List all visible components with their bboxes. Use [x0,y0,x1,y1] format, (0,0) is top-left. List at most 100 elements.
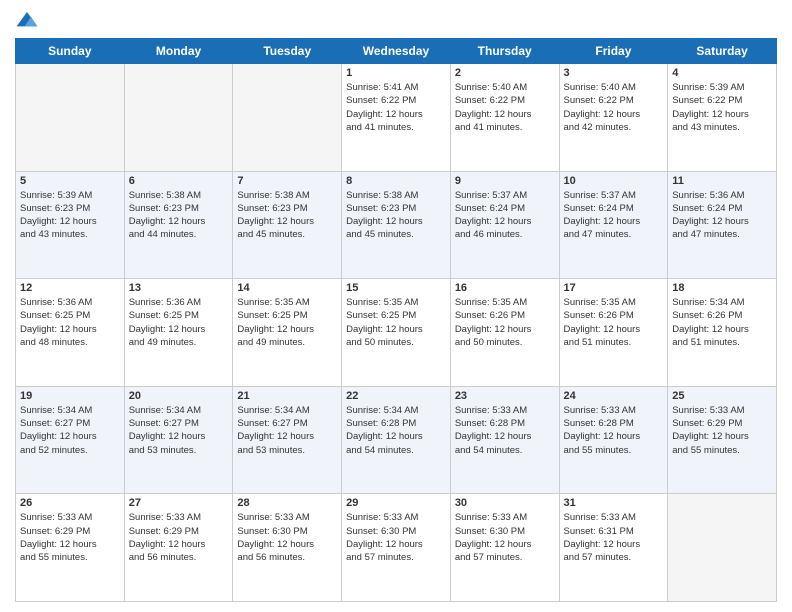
day-number: 23 [455,390,555,402]
day-number: 1 [346,67,446,79]
day-details: Sunrise: 5:33 AM Sunset: 6:29 PM Dayligh… [672,404,772,457]
calendar-cell: 23 Sunrise: 5:33 AM Sunset: 6:28 PM Dayli… [450,386,559,494]
day-header-tuesday: Tuesday [233,39,342,64]
calendar-cell: 24 Sunrise: 5:33 AM Sunset: 6:28 PM Dayli… [559,386,668,494]
calendar-cell: 30 Sunrise: 5:33 AM Sunset: 6:30 PM Dayli… [450,494,559,602]
day-details: Sunrise: 5:33 AM Sunset: 6:28 PM Dayligh… [564,404,664,457]
day-details: Sunrise: 5:35 AM Sunset: 6:26 PM Dayligh… [455,296,555,349]
calendar-header-row: SundayMondayTuesdayWednesdayThursdayFrid… [16,39,777,64]
day-details: Sunrise: 5:36 AM Sunset: 6:25 PM Dayligh… [20,296,120,349]
day-number: 10 [564,175,664,187]
day-details: Sunrise: 5:39 AM Sunset: 6:22 PM Dayligh… [672,81,772,134]
day-details: Sunrise: 5:37 AM Sunset: 6:24 PM Dayligh… [455,189,555,242]
day-details: Sunrise: 5:38 AM Sunset: 6:23 PM Dayligh… [237,189,337,242]
calendar-cell: 31Sunrise: 5:33 AM Sunset: 6:31 PM Dayli… [559,494,668,602]
day-details: Sunrise: 5:33 AM Sunset: 6:30 PM Dayligh… [455,511,555,564]
day-number: 27 [129,497,229,509]
calendar-cell: 20Sunrise: 5:34 AM Sunset: 6:27 PM Dayli… [124,386,233,494]
day-details: Sunrise: 5:34 AM Sunset: 6:27 PM Dayligh… [20,404,120,457]
calendar-cell: 19 Sunrise: 5:34 AM Sunset: 6:27 PM Dayli… [16,386,125,494]
calendar-cell [124,64,233,172]
day-header-wednesday: Wednesday [342,39,451,64]
day-number: 7 [237,175,337,187]
calendar-cell [233,64,342,172]
calendar-cell: 5 Sunrise: 5:39 AM Sunset: 6:23 PM Daylig… [16,171,125,279]
day-header-saturday: Saturday [668,39,777,64]
day-number: 22 [346,390,446,402]
calendar-week-3: 12 Sunrise: 5:36 AM Sunset: 6:25 PM Dayli… [16,279,777,387]
day-number: 15 [346,282,446,294]
calendar-week-2: 5 Sunrise: 5:39 AM Sunset: 6:23 PM Daylig… [16,171,777,279]
day-number: 14 [237,282,337,294]
logo [15,10,43,30]
day-details: Sunrise: 5:35 AM Sunset: 6:26 PM Dayligh… [564,296,664,349]
day-number: 3 [564,67,664,79]
logo-icon [15,10,39,30]
day-number: 24 [564,390,664,402]
day-number: 9 [455,175,555,187]
calendar-cell: 7 Sunrise: 5:38 AM Sunset: 6:23 PM Daylig… [233,171,342,279]
calendar-week-1: 1 Sunrise: 5:41 AM Sunset: 6:22 PM Daylig… [16,64,777,172]
day-number: 11 [672,175,772,187]
calendar-week-4: 19 Sunrise: 5:34 AM Sunset: 6:27 PM Dayli… [16,386,777,494]
calendar-cell: 27 Sunrise: 5:33 AM Sunset: 6:29 PM Dayli… [124,494,233,602]
day-details: Sunrise: 5:40 AM Sunset: 6:22 PM Dayligh… [564,81,664,134]
calendar-cell: 10Sunrise: 5:37 AM Sunset: 6:24 PM Dayli… [559,171,668,279]
calendar-cell: 13 Sunrise: 5:36 AM Sunset: 6:25 PM Dayli… [124,279,233,387]
page: SundayMondayTuesdayWednesdayThursdayFrid… [0,0,792,612]
day-details: Sunrise: 5:40 AM Sunset: 6:22 PM Dayligh… [455,81,555,134]
day-details: Sunrise: 5:33 AM Sunset: 6:30 PM Dayligh… [237,511,337,564]
day-header-monday: Monday [124,39,233,64]
day-number: 19 [20,390,120,402]
day-details: Sunrise: 5:41 AM Sunset: 6:22 PM Dayligh… [346,81,446,134]
calendar-cell: 8 Sunrise: 5:38 AM Sunset: 6:23 PM Daylig… [342,171,451,279]
day-number: 17 [564,282,664,294]
day-number: 12 [20,282,120,294]
calendar-week-5: 26 Sunrise: 5:33 AM Sunset: 6:29 PM Dayli… [16,494,777,602]
day-header-friday: Friday [559,39,668,64]
day-details: Sunrise: 5:33 AM Sunset: 6:29 PM Dayligh… [129,511,229,564]
day-header-thursday: Thursday [450,39,559,64]
day-details: Sunrise: 5:35 AM Sunset: 6:25 PM Dayligh… [237,296,337,349]
calendar-cell: 14 Sunrise: 5:35 AM Sunset: 6:25 PM Dayli… [233,279,342,387]
calendar-cell: 9 Sunrise: 5:37 AM Sunset: 6:24 PM Daylig… [450,171,559,279]
day-details: Sunrise: 5:34 AM Sunset: 6:26 PM Dayligh… [672,296,772,349]
calendar-cell: 11 Sunrise: 5:36 AM Sunset: 6:24 PM Dayli… [668,171,777,279]
day-number: 6 [129,175,229,187]
day-number: 13 [129,282,229,294]
calendar-cell [668,494,777,602]
calendar-cell: 4 Sunrise: 5:39 AM Sunset: 6:22 PM Daylig… [668,64,777,172]
header [15,10,777,30]
calendar-cell: 18 Sunrise: 5:34 AM Sunset: 6:26 PM Dayli… [668,279,777,387]
day-number: 25 [672,390,772,402]
day-number: 29 [346,497,446,509]
calendar-cell: 16 Sunrise: 5:35 AM Sunset: 6:26 PM Dayli… [450,279,559,387]
day-number: 20 [129,390,229,402]
day-number: 2 [455,67,555,79]
day-number: 18 [672,282,772,294]
calendar-cell: 25 Sunrise: 5:33 AM Sunset: 6:29 PM Dayli… [668,386,777,494]
day-details: Sunrise: 5:33 AM Sunset: 6:31 PM Dayligh… [564,511,664,564]
calendar-cell: 22 Sunrise: 5:34 AM Sunset: 6:28 PM Dayli… [342,386,451,494]
calendar-table: SundayMondayTuesdayWednesdayThursdayFrid… [15,38,777,602]
calendar-cell: 17 Sunrise: 5:35 AM Sunset: 6:26 PM Dayli… [559,279,668,387]
day-details: Sunrise: 5:33 AM Sunset: 6:28 PM Dayligh… [455,404,555,457]
day-number: 30 [455,497,555,509]
day-number: 4 [672,67,772,79]
day-number: 26 [20,497,120,509]
day-number: 21 [237,390,337,402]
day-details: Sunrise: 5:35 AM Sunset: 6:25 PM Dayligh… [346,296,446,349]
day-details: Sunrise: 5:38 AM Sunset: 6:23 PM Dayligh… [129,189,229,242]
calendar-cell: 15 Sunrise: 5:35 AM Sunset: 6:25 PM Dayli… [342,279,451,387]
day-details: Sunrise: 5:36 AM Sunset: 6:24 PM Dayligh… [672,189,772,242]
day-details: Sunrise: 5:38 AM Sunset: 6:23 PM Dayligh… [346,189,446,242]
day-details: Sunrise: 5:36 AM Sunset: 6:25 PM Dayligh… [129,296,229,349]
day-number: 8 [346,175,446,187]
day-number: 16 [455,282,555,294]
day-details: Sunrise: 5:34 AM Sunset: 6:28 PM Dayligh… [346,404,446,457]
day-details: Sunrise: 5:34 AM Sunset: 6:27 PM Dayligh… [237,404,337,457]
calendar-cell: 28Sunrise: 5:33 AM Sunset: 6:30 PM Dayli… [233,494,342,602]
day-details: Sunrise: 5:39 AM Sunset: 6:23 PM Dayligh… [20,189,120,242]
day-details: Sunrise: 5:33 AM Sunset: 6:29 PM Dayligh… [20,511,120,564]
day-number: 5 [20,175,120,187]
